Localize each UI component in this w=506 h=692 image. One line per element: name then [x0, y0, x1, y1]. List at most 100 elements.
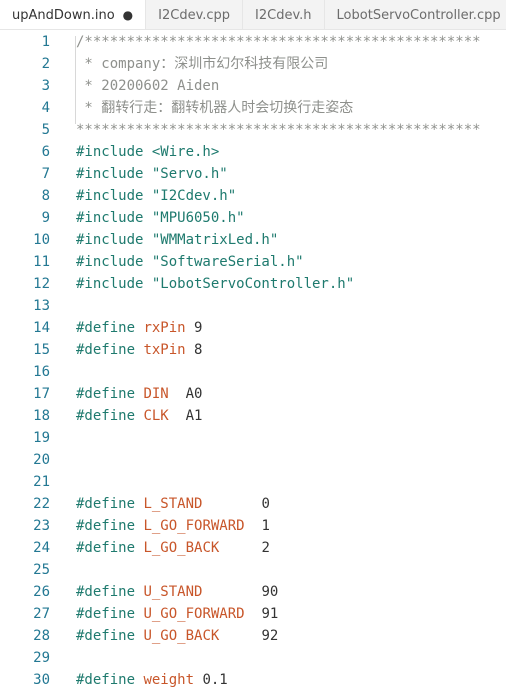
code-text: #include "WMMatrixLed.h"	[76, 229, 278, 251]
tab-label: I2Cdev.cpp	[158, 7, 231, 23]
code-line[interactable]: 3 * 20200602 Aiden	[0, 75, 506, 97]
code-line[interactable]: 21	[0, 471, 506, 493]
line-number: 27	[33, 606, 50, 622]
code-line[interactable]: 26 #define U_STAND 90	[0, 581, 506, 603]
line-number: 5	[41, 122, 50, 138]
code-text: #define DIN A0	[76, 383, 202, 405]
line-number: 1	[41, 34, 50, 50]
code-line[interactable]: 20	[0, 449, 506, 471]
code-text: #include "Servo.h"	[76, 163, 228, 185]
code-line[interactable]: 15 #define txPin 8	[0, 339, 506, 361]
code-line[interactable]: 8 #include "I2Cdev.h"	[0, 185, 506, 207]
token-macro: U_STAND	[143, 584, 203, 600]
tab-i2cdev-h[interactable]: I2Cdev.h	[243, 0, 325, 29]
code-line[interactable]: 6 #include <Wire.h>	[0, 141, 506, 163]
tab-label: upAndDown.ino	[12, 7, 115, 23]
line-number: 14	[33, 320, 50, 336]
line-number: 12	[33, 276, 50, 292]
code-line[interactable]: 7 #include "Servo.h"	[0, 163, 506, 185]
code-line[interactable]: 23 #define L_GO_FORWARD 1	[0, 515, 506, 537]
code-line[interactable]: 19	[0, 427, 506, 449]
code-line[interactable]: 30 #define weight 0.1	[0, 669, 506, 691]
code-line[interactable]: 10 #include "WMMatrixLed.h"	[0, 229, 506, 251]
line-number: 24	[33, 540, 50, 556]
line-number: 10	[33, 232, 50, 248]
code-line[interactable]: 4 * 翻转行走：翻转机器人时会切换行走姿态	[0, 97, 506, 119]
token-macro: CLK	[143, 408, 169, 424]
code-line[interactable]: 1 /**************************************…	[0, 31, 506, 53]
code-line[interactable]: 16	[0, 361, 506, 383]
line-number: 16	[33, 364, 50, 380]
line-number: 2	[41, 56, 50, 72]
code-line[interactable]: 17 #define DIN A0	[0, 383, 506, 405]
line-number: 17	[33, 386, 50, 402]
line-number: 6	[41, 144, 50, 160]
code-text: #define rxPin 9	[76, 317, 202, 339]
token-macro: weight	[143, 672, 195, 688]
token-kw: #define	[76, 386, 144, 402]
code-line[interactable]: 5 ***************************************…	[0, 119, 506, 141]
code-line[interactable]: 18 #define CLK A1	[0, 405, 506, 427]
code-line[interactable]: 27 #define U_GO_FORWARD 91	[0, 603, 506, 625]
line-number: 7	[41, 166, 50, 182]
code-text: #include "MPU6050.h"	[76, 207, 245, 229]
tab-lobotservocontroller-cpp[interactable]: LobotServoController.cpp	[325, 0, 506, 29]
token-num: 8	[185, 342, 203, 358]
token-kw: #define	[76, 584, 144, 600]
token-macro: L_GO_BACK	[143, 540, 220, 556]
token-macro: DIN	[143, 386, 169, 402]
token-kw: #include	[76, 144, 152, 160]
line-number: 3	[41, 78, 50, 94]
code-line[interactable]: 11 #include "SoftwareSerial.h"	[0, 251, 506, 273]
token-kw: #include	[76, 166, 152, 182]
code-text: #include "LobotServoController.h"	[76, 273, 354, 295]
token-macro: U_GO_BACK	[143, 628, 220, 644]
code-line[interactable]: 25	[0, 559, 506, 581]
code-line[interactable]: 24 #define L_GO_BACK 2	[0, 537, 506, 559]
token-num: 90	[202, 584, 279, 600]
line-number: 8	[41, 188, 50, 204]
token-kw: #include	[76, 210, 152, 226]
line-number: 4	[41, 100, 50, 116]
token-macro: L_GO_FORWARD	[143, 518, 245, 534]
code-line[interactable]: 22 #define L_STAND 0	[0, 493, 506, 515]
code-line[interactable]: 2 * company：深圳市幻尔科技有限公司	[0, 53, 506, 75]
tab-label: LobotServoController.cpp	[336, 7, 501, 23]
tab-upanddown-ino[interactable]: upAndDown.ino ●	[0, 0, 147, 29]
token-kw: #include	[76, 232, 152, 248]
code-text: #define U_GO_BACK 92	[76, 625, 278, 647]
code-text: #define U_GO_FORWARD 91	[76, 603, 278, 625]
code-text: ****************************************…	[76, 119, 481, 141]
token-str: "SoftwareSerial.h"	[151, 254, 304, 270]
code-line[interactable]: 9 #include "MPU6050.h"	[0, 207, 506, 229]
code-line[interactable]: 14 #define rxPin 9	[0, 317, 506, 339]
token-kw: #define	[76, 540, 144, 556]
token-kw: #define	[76, 518, 144, 534]
token-str: "WMMatrixLed.h"	[151, 232, 279, 248]
token-num: 0.1	[194, 672, 228, 688]
code-line[interactable]: 13	[0, 295, 506, 317]
token-str: "I2Cdev.h"	[151, 188, 237, 204]
token-num: A1	[168, 408, 203, 424]
code-line[interactable]: 28 #define U_GO_BACK 92	[0, 625, 506, 647]
token-str: <Wire.h>	[151, 144, 220, 160]
line-number: 11	[33, 254, 50, 270]
line-number: 20	[33, 452, 50, 468]
token-str: "LobotServoController.h"	[151, 276, 355, 292]
token-comment: /***************************************…	[76, 34, 481, 50]
token-kw: #define	[76, 606, 144, 622]
code-text: #define CLK A1	[76, 405, 202, 427]
token-kw: #include	[76, 254, 152, 270]
token-kw: #include	[76, 276, 152, 292]
code-editor[interactable]: 1 /**************************************…	[0, 30, 506, 692]
code-text: * company：深圳市幻尔科技有限公司	[76, 53, 328, 75]
tab-i2cdev-cpp[interactable]: I2Cdev.cpp	[146, 0, 244, 29]
line-number: 30	[33, 672, 50, 688]
unsaved-dot-icon[interactable]: ●	[123, 8, 133, 22]
code-line[interactable]: 29	[0, 647, 506, 669]
token-macro: U_GO_FORWARD	[143, 606, 245, 622]
code-text: #define U_STAND 90	[76, 581, 278, 603]
code-text: #include "SoftwareSerial.h"	[76, 251, 304, 273]
editor-tab-bar: upAndDown.ino ● I2Cdev.cpp I2Cdev.h LobotSer…	[0, 0, 506, 30]
code-line[interactable]: 12 #include "LobotServoController.h"	[0, 273, 506, 295]
